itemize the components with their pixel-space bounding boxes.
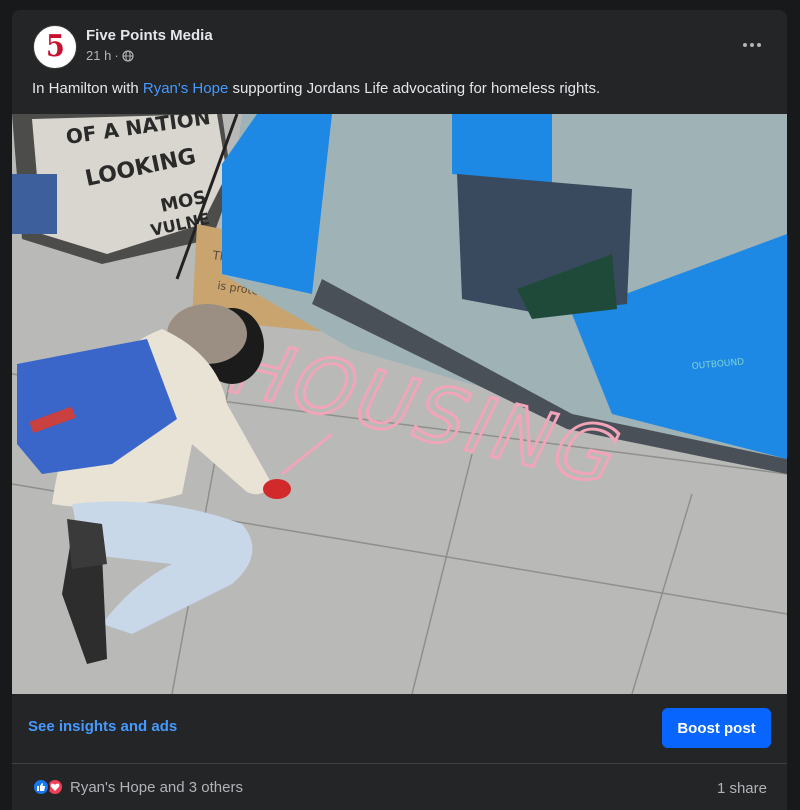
post-action-bar: See insights and ads Boost post (12, 694, 787, 764)
post-time[interactable]: 21 h (86, 48, 111, 63)
reaction-icons (32, 778, 64, 796)
more-options-button[interactable] (737, 30, 767, 60)
post-photo[interactable]: OF A NATION LOOKING MOS VULNE This tent … (12, 114, 787, 694)
post-meta: 21 h · (86, 48, 134, 63)
caption-suffix: supporting Jordans Life advocating for h… (228, 80, 601, 97)
post-caption: In Hamilton with Ryan's Hope supporting … (32, 79, 769, 99)
tent-panel-top (452, 114, 552, 184)
boost-post-button[interactable]: Boost post (662, 708, 771, 748)
see-insights-link[interactable]: See insights and ads (28, 718, 177, 735)
post-card: 5 Five Points Media 21 h · In Hamilton w… (12, 10, 787, 810)
reactions-summary[interactable]: Ryan's Hope and 3 others (32, 778, 243, 796)
boot-right (67, 519, 107, 569)
mention-link[interactable]: Ryan's Hope (143, 80, 228, 97)
blue-items (12, 174, 57, 234)
like-icon (32, 778, 50, 796)
globe-icon (122, 49, 134, 62)
red-glove (263, 479, 291, 499)
caption-prefix: In Hamilton with (32, 80, 143, 97)
avatar-logo-mark: 5 (45, 29, 65, 64)
reactions-text: Ryan's Hope and 3 others (70, 778, 243, 796)
shares-count[interactable]: 1 share (717, 780, 767, 797)
post-header: 5 Five Points Media 21 h · (12, 10, 787, 80)
page-name[interactable]: Five Points Media (86, 27, 213, 44)
photo-illustration: OF A NATION LOOKING MOS VULNE This tent … (12, 114, 787, 694)
page-avatar[interactable]: 5 (33, 25, 77, 69)
meta-separator: · (114, 48, 119, 63)
more-horizontal-icon (743, 43, 761, 47)
